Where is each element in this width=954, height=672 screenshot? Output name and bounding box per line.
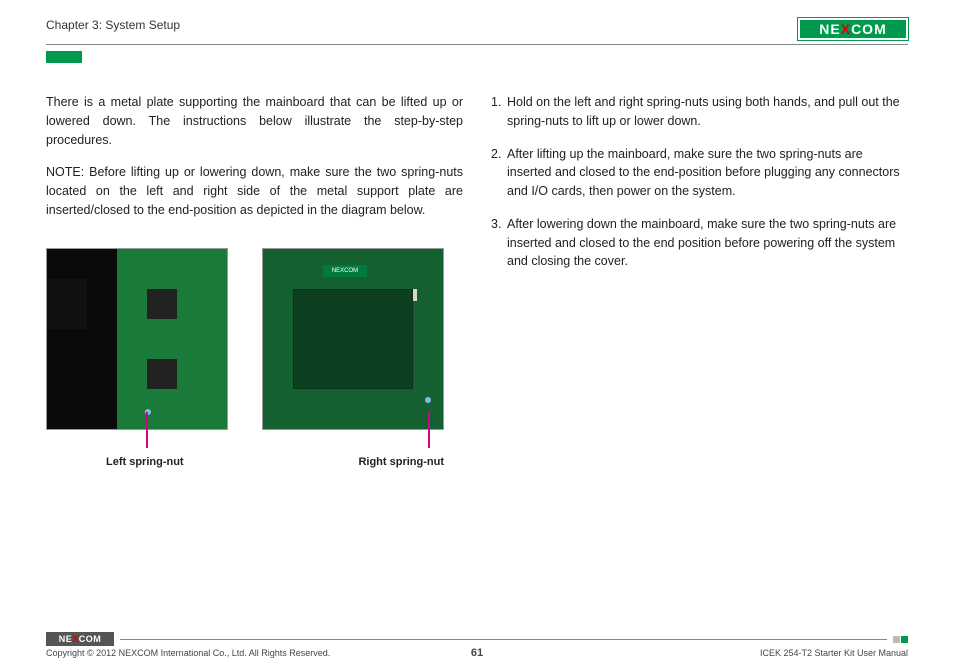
left-image-block: Left spring-nut xyxy=(46,248,228,471)
nexcom-logo-bottom: NEXCOM xyxy=(46,632,114,646)
left-column: There is a metal plate supporting the ma… xyxy=(46,93,463,470)
right-spring-nut-photo: NEXCOM xyxy=(262,248,444,430)
nexcom-logo-top: NEXCOM xyxy=(798,18,908,40)
footer-squares-icon xyxy=(893,636,908,643)
footer-text-row: Copyright © 2012 NEXCOM International Co… xyxy=(46,648,908,658)
logo-text-x: X xyxy=(841,21,851,37)
step-number: 2. xyxy=(491,145,507,201)
page-footer: NEXCOM Copyright © 2012 NEXCOM Internati… xyxy=(46,632,908,658)
doc-title: ICEK 254-T2 Starter Kit User Manual xyxy=(760,648,908,658)
right-image-block: NEXCOM Right spring-nut xyxy=(262,248,444,471)
left-spring-nut-label: Left spring-nut xyxy=(46,454,228,471)
steps-list: 1. Hold on the left and right spring-nut… xyxy=(491,93,908,271)
logo-text-post: COM xyxy=(851,21,887,37)
step-text: After lifting up the mainboard, make sur… xyxy=(507,145,908,201)
step-text: Hold on the left and right spring-nuts u… xyxy=(507,93,908,131)
right-column: 1. Hold on the left and right spring-nut… xyxy=(491,93,908,470)
step-item: 2. After lifting up the mainboard, make … xyxy=(491,145,908,201)
step-item: 3. After lowering down the mainboard, ma… xyxy=(491,215,908,271)
left-spring-nut-photo xyxy=(46,248,228,430)
pointer-line-right xyxy=(428,412,430,448)
pointer-line-left xyxy=(146,412,148,448)
main-content: There is a metal plate supporting the ma… xyxy=(46,93,908,470)
chapter-title: Chapter 3: System Setup xyxy=(46,18,180,32)
step-number: 1. xyxy=(491,93,507,131)
footer-rule: NEXCOM xyxy=(46,632,908,646)
intro-paragraph: There is a metal plate supporting the ma… xyxy=(46,93,463,149)
logo-text-pre: NE xyxy=(819,21,840,37)
images-row: Left spring-nut NEXCOM Right spring-nut xyxy=(46,248,463,471)
note-paragraph: NOTE: Before lifting up or lowering down… xyxy=(46,163,463,219)
step-number: 3. xyxy=(491,215,507,271)
page-header: Chapter 3: System Setup NEXCOM xyxy=(46,18,908,45)
green-tab-decoration xyxy=(46,51,82,63)
step-text: After lowering down the mainboard, make … xyxy=(507,215,908,271)
step-item: 1. Hold on the left and right spring-nut… xyxy=(491,93,908,131)
page-number: 61 xyxy=(471,647,483,659)
right-spring-nut-label: Right spring-nut xyxy=(262,454,444,471)
copyright-text: Copyright © 2012 NEXCOM International Co… xyxy=(46,648,330,658)
